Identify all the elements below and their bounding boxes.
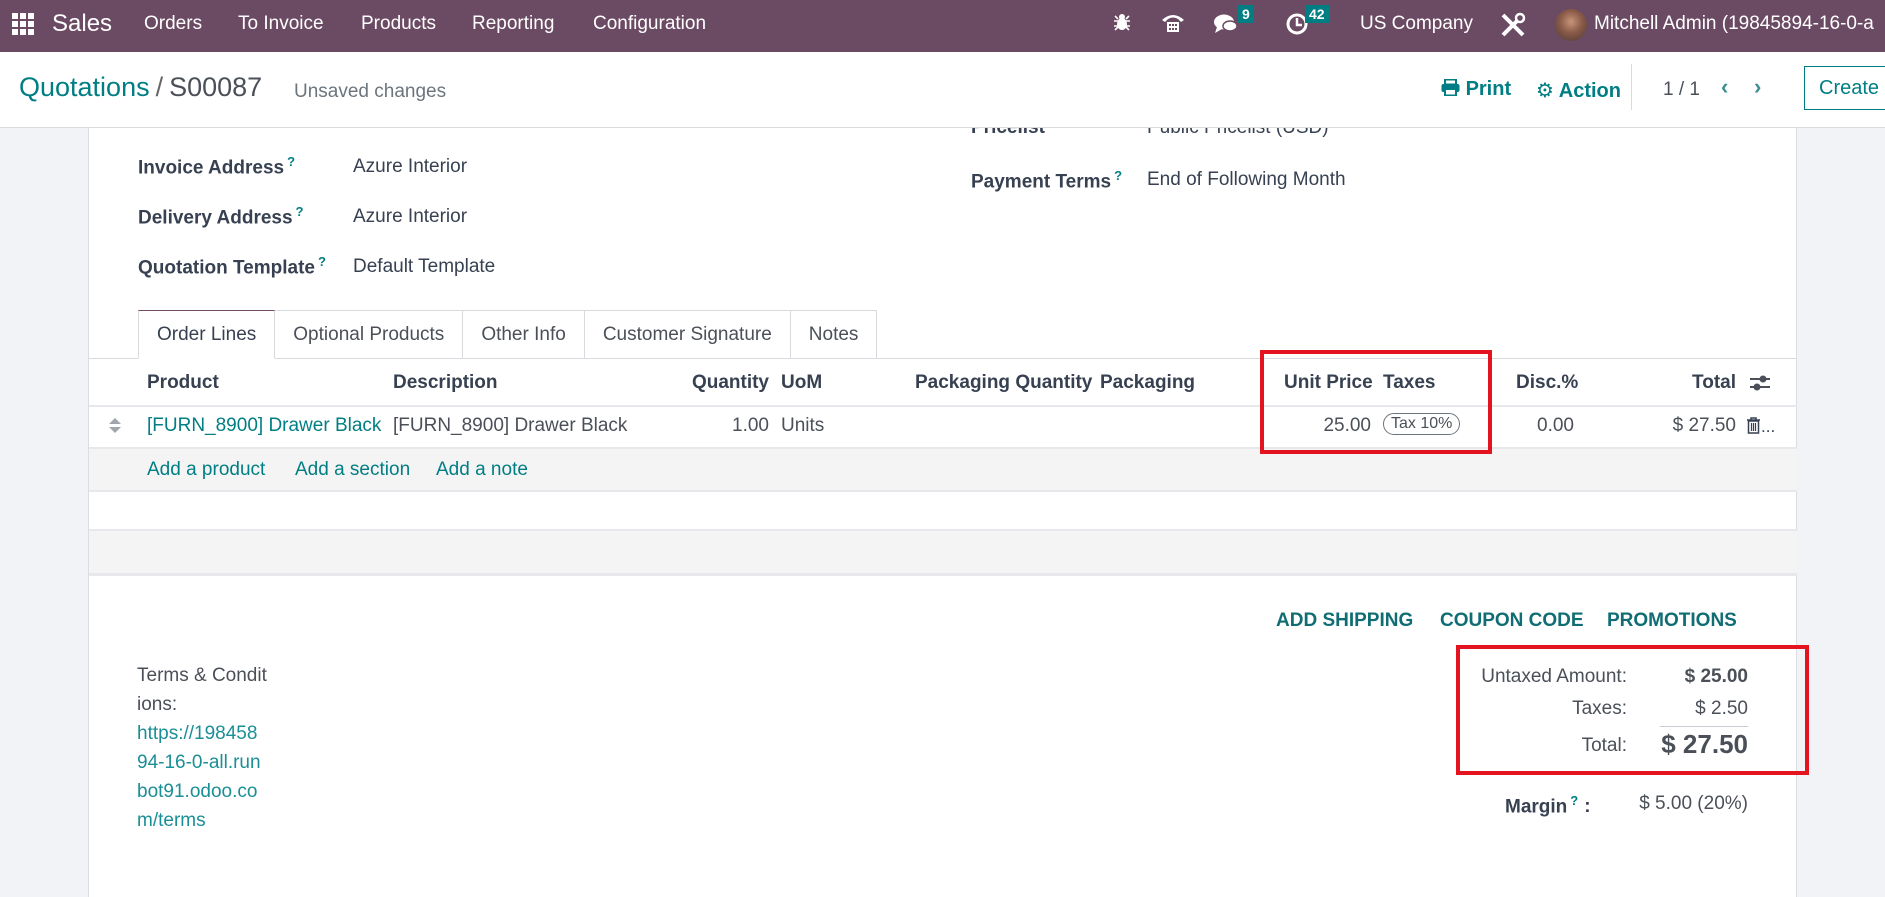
coupon-code-button[interactable]: COUPON CODE [1440, 610, 1584, 632]
column-description[interactable]: Description [393, 372, 498, 394]
row-description[interactable]: [FURN_8900] Drawer Black [393, 415, 627, 437]
gear-icon: ⚙ [1536, 80, 1554, 102]
action-button[interactable]: ⚙ Action [1536, 78, 1621, 103]
breadcrumb: Quotations / S00087 [19, 72, 262, 103]
column-uom[interactable]: UoM [781, 372, 822, 394]
menu-products[interactable]: Products [361, 13, 436, 35]
divider [1631, 64, 1632, 110]
breadcrumb-separator: / [155, 72, 164, 102]
delivery-address-label: Delivery Address? [138, 204, 304, 229]
app-name[interactable]: Sales [52, 10, 112, 38]
pricelist-field[interactable]: Public Pricelist (USD) [1147, 128, 1329, 142]
form-sheet: Pricelist Public Pricelist (USD) Payment… [88, 128, 1797, 897]
table-bottom-border [89, 573, 1797, 576]
column-quantity[interactable]: Quantity [689, 372, 769, 394]
header-divider [89, 405, 1797, 407]
delivery-address-field[interactable]: Azure Interior [353, 206, 467, 228]
pager-value[interactable]: 1 / 1 [1663, 79, 1700, 101]
pager-next-chevron-icon[interactable]: › [1754, 74, 1761, 100]
invoice-address-field[interactable]: Azure Interior [353, 156, 467, 178]
debug-bug-icon[interactable] [1113, 12, 1131, 38]
quotation-template-label: Quotation Template? [138, 254, 326, 279]
invoice-address-label: Invoice Address? [138, 154, 296, 179]
tab-optional-products[interactable]: Optional Products [275, 310, 464, 359]
terms-link[interactable]: https://19845894-16-0-all.runbot91.odoo.… [137, 723, 261, 831]
margin-value: $ 5.00 (20%) [1639, 793, 1748, 814]
messages-icon[interactable] [1213, 12, 1239, 42]
column-packaging[interactable]: Packaging [1100, 372, 1195, 394]
margin-label: Margin?: [1505, 793, 1591, 818]
optional-columns-sliders-icon[interactable] [1749, 372, 1771, 399]
payment-terms-field[interactable]: End of Following Month [1147, 169, 1346, 191]
row-quantity[interactable]: 1.00 [689, 415, 769, 437]
menu-to-invoice[interactable]: To Invoice [238, 13, 324, 35]
row-discount[interactable]: 0.00 [1489, 415, 1574, 437]
column-packaging-quantity[interactable]: Packaging Quantity [915, 372, 1092, 394]
terms-and-conditions: Terms & Conditions: https://19845894-16-… [137, 661, 267, 835]
printer-icon [1441, 78, 1460, 97]
app-menu-grid-icon[interactable] [12, 13, 34, 35]
column-total[interactable]: Total [1669, 372, 1736, 394]
control-panel: Quotations / S00087 Unsaved changes Print … [0, 52, 1885, 128]
phone-icon[interactable] [1160, 12, 1186, 40]
top-navbar: Sales Orders To Invoice Products Reporti… [0, 0, 1885, 52]
help-tooltip-icon[interactable]: ? [318, 254, 326, 269]
pricelist-label: Pricelist [971, 128, 1045, 142]
activities-count-badge: 42 [1305, 5, 1329, 23]
user-avatar[interactable] [1555, 9, 1587, 41]
quotation-template-field[interactable]: Default Template [353, 256, 495, 278]
settings-tools-icon[interactable] [1500, 12, 1526, 44]
terms-label: Terms & Conditions: [137, 665, 267, 715]
unsaved-status: Unsaved changes [294, 81, 447, 102]
promotions-button[interactable]: PROMOTIONS [1607, 610, 1737, 632]
create-button[interactable]: Create [1804, 66, 1885, 110]
help-tooltip-icon[interactable]: ? [296, 204, 304, 219]
highlight-box-totals [1456, 645, 1809, 775]
menu-configuration[interactable]: Configuration [593, 13, 706, 35]
print-label: Print [1465, 78, 1512, 100]
print-button[interactable]: Print [1441, 78, 1511, 101]
pager-previous-chevron-icon[interactable]: ‹ [1721, 74, 1728, 100]
row-total: $ 27.50 [1672, 415, 1736, 436]
menu-orders[interactable]: Orders [144, 13, 202, 35]
drag-handle-icon[interactable] [109, 418, 121, 434]
table-footer [89, 531, 1797, 574]
add-product-link[interactable]: Add a product [147, 459, 265, 481]
notebook-tabs: Order Lines Optional Products Other Info… [138, 310, 878, 359]
user-menu[interactable]: Mitchell Admin (19845894-16-0-a [1594, 13, 1874, 35]
add-section-link[interactable]: Add a section [295, 459, 410, 481]
company-switcher[interactable]: US Company [1360, 13, 1473, 35]
row-divider [89, 490, 1797, 492]
delete-trash-icon[interactable]: ... [1746, 417, 1775, 439]
tab-customer-signature[interactable]: Customer Signature [584, 310, 791, 359]
help-tooltip-icon[interactable]: ? [1114, 168, 1122, 183]
help-tooltip-icon[interactable]: ? [287, 154, 295, 169]
record-name: S00087 [169, 72, 263, 102]
tab-other-info[interactable]: Other Info [463, 310, 585, 359]
action-label: Action [1558, 80, 1621, 102]
add-note-link[interactable]: Add a note [436, 459, 528, 481]
tab-notes[interactable]: Notes [790, 310, 878, 359]
row-product[interactable]: [FURN_8900] Drawer Black [147, 415, 381, 437]
row-uom[interactable]: Units [781, 415, 824, 437]
messages-count-badge: 9 [1238, 5, 1254, 23]
column-discount[interactable]: Disc.% [1516, 372, 1578, 394]
highlight-box-price-taxes [1260, 350, 1492, 454]
help-tooltip-icon[interactable]: ? [1570, 793, 1578, 808]
tab-order-lines[interactable]: Order Lines [138, 310, 276, 359]
column-product[interactable]: Product [147, 372, 219, 394]
menu-reporting[interactable]: Reporting [472, 13, 554, 35]
breadcrumb-quotations[interactable]: Quotations [19, 72, 150, 102]
payment-terms-label: Payment Terms? [971, 168, 1123, 193]
add-shipping-button[interactable]: ADD SHIPPING [1276, 610, 1413, 632]
